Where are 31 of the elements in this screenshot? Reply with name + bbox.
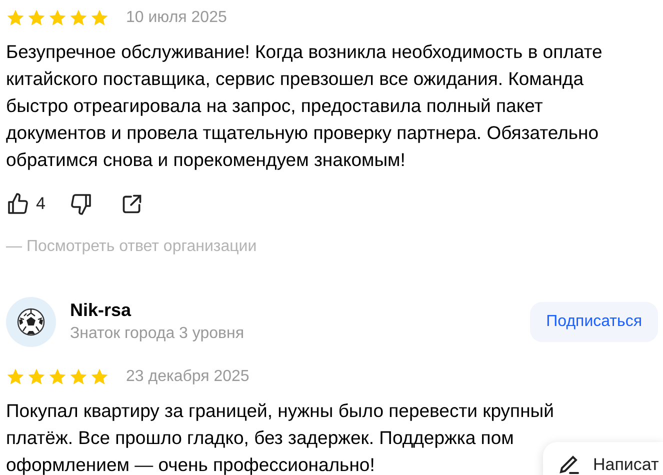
star-icon	[69, 368, 88, 386]
soccer-ball-icon	[17, 308, 45, 336]
review-date: 23 декабря 2025	[126, 366, 250, 386]
subscribe-button[interactable]: Подписаться	[530, 302, 658, 342]
review-text-line: обратимся снова и порекомендуем знакомым!	[6, 148, 406, 172]
review-text-line: быстро отреагировала на запрос, предоставила полный пакет	[6, 94, 543, 118]
star-icon	[48, 9, 67, 27]
star-icon	[90, 368, 109, 386]
review-text-line: платёж. Все прошло гладко, без задержек. Поддержка пом	[6, 426, 514, 450]
star-icon	[27, 9, 46, 27]
thumbs-up-icon	[6, 192, 30, 216]
review-text-line: Покупал квартиру за границей, нужны было перевести крупный	[6, 398, 554, 423]
review-text-line: Безупречное обслуживание! Когда возникла необходимость в оплате	[6, 40, 602, 64]
review-text-line: китайского поставщика, сервис превзошел все ожидания. Команда	[6, 67, 584, 91]
star-icon	[6, 9, 25, 27]
review-text-line: документов и провела тщательную проверку партнера. Обязательно	[6, 121, 599, 145]
dislike-button[interactable]	[69, 192, 94, 216]
review-text-line: оформлением — очень профессионально!	[6, 452, 375, 475]
author-name[interactable]: Nik-rsa	[70, 298, 244, 322]
star-icon	[69, 9, 88, 27]
star-icon	[6, 368, 25, 386]
thumbs-down-icon	[69, 192, 94, 216]
like-button[interactable]: 4	[6, 191, 46, 216]
author-level: Знаток города 3 уровня	[70, 324, 244, 344]
review-date: 10 июля 2025	[126, 8, 227, 28]
star-icon	[27, 368, 46, 386]
star-icon	[90, 9, 109, 27]
write-review-button[interactable]: Написат	[543, 442, 663, 475]
share-icon	[121, 192, 144, 215]
share-button[interactable]	[121, 192, 144, 215]
star-icon	[48, 368, 67, 386]
